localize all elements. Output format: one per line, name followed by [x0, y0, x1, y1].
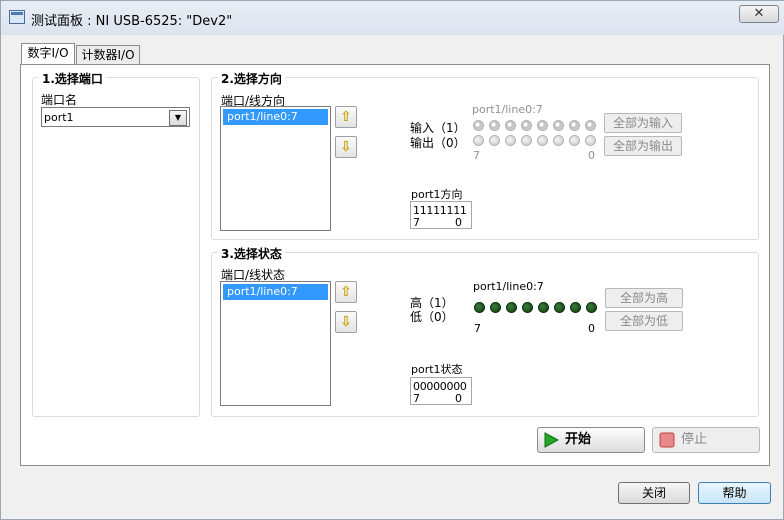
low-legend: 低（0）	[410, 310, 454, 324]
state-value-high: 7	[413, 392, 420, 405]
direction-list-item[interactable]: port1/line0:7	[223, 109, 328, 125]
state-value-label: port1状态	[411, 363, 463, 376]
stop-icon	[659, 432, 675, 448]
state-value-display: 00000000 7 0	[410, 377, 472, 405]
state-move-down-button[interactable]: ⇩	[335, 311, 357, 333]
state-value-low: 0	[455, 392, 462, 405]
direction-line-label: port1/line0:7	[472, 103, 543, 116]
port-name-label: 端口名	[41, 93, 78, 107]
state-led[interactable]	[522, 302, 533, 313]
output-legend: 输出（0）	[410, 136, 466, 150]
start-button-label: 开始	[565, 432, 592, 447]
direction-value-display: 11111111 7 0	[410, 201, 472, 229]
state-led[interactable]	[490, 302, 501, 313]
state-index-high: 7	[474, 322, 481, 335]
direction-input-led[interactable]	[585, 120, 596, 131]
state-move-up-button[interactable]: ⇧	[335, 281, 357, 303]
select-state-title: 3.选择状态	[218, 245, 285, 262]
direction-input-led[interactable]	[473, 120, 484, 131]
direction-output-led[interactable]	[569, 135, 580, 146]
direction-value-label: port1方向	[411, 188, 463, 201]
up-arrow-icon: ⇧	[340, 284, 352, 300]
port-name-select[interactable]: port1 ▼	[41, 107, 190, 127]
stop-button-label: 停止	[681, 432, 708, 447]
direction-value-low: 0	[455, 216, 462, 229]
state-line-label: port1/line0:7	[473, 280, 544, 293]
down-arrow-icon: ⇩	[340, 314, 352, 330]
direction-value-high: 7	[413, 216, 420, 229]
select-port-group	[32, 77, 200, 417]
direction-move-down-button[interactable]: ⇩	[335, 136, 357, 158]
direction-input-led[interactable]	[537, 120, 548, 131]
up-arrow-icon: ⇧	[340, 109, 352, 125]
dropdown-arrow-icon[interactable]: ▼	[169, 110, 187, 126]
direction-input-led[interactable]	[569, 120, 580, 131]
direction-output-led[interactable]	[489, 135, 500, 146]
down-arrow-icon: ⇩	[340, 139, 352, 155]
port-name-value: port1	[44, 111, 74, 124]
stop-button[interactable]: 停止	[652, 427, 760, 453]
direction-input-led[interactable]	[489, 120, 500, 131]
title-bar: 测试面板 : NI USB-6525: "Dev2" ✕	[1, 1, 784, 35]
direction-line-list[interactable]: port1/line0:7	[220, 106, 331, 231]
help-button[interactable]: 帮助	[698, 482, 771, 504]
all-input-button[interactable]: 全部为输入	[604, 113, 682, 133]
state-line-list[interactable]: port1/line0:7	[220, 281, 331, 406]
start-button[interactable]: 开始	[537, 427, 645, 453]
close-button[interactable]: 关闭	[618, 482, 690, 504]
tab-digital-io[interactable]: 数字I/O	[21, 43, 75, 65]
window-icon	[9, 10, 25, 24]
direction-output-led[interactable]	[521, 135, 532, 146]
state-led[interactable]	[474, 302, 485, 313]
close-window-button[interactable]: ✕	[739, 5, 779, 23]
state-index-low: 0	[588, 322, 595, 335]
direction-index-low: 0	[588, 149, 595, 162]
direction-output-led[interactable]	[553, 135, 564, 146]
select-direction-title: 2.选择方向	[218, 70, 285, 87]
state-led[interactable]	[570, 302, 581, 313]
direction-input-led[interactable]	[553, 120, 564, 131]
all-output-button[interactable]: 全部为输出	[604, 136, 682, 156]
state-list-item[interactable]: port1/line0:7	[223, 284, 328, 300]
dialog-window: 测试面板 : NI USB-6525: "Dev2" ✕ 数字I/O 计数器I/…	[0, 0, 784, 520]
direction-move-up-button[interactable]: ⇧	[335, 106, 357, 128]
state-led[interactable]	[586, 302, 597, 313]
direction-output-led[interactable]	[473, 135, 484, 146]
digital-io-panel: 1.选择端口 端口名 port1 ▼ 2.选择方向 端口/线方向 port1/l…	[20, 64, 770, 466]
state-led[interactable]	[554, 302, 565, 313]
direction-output-led[interactable]	[537, 135, 548, 146]
window-title: 测试面板 : NI USB-6525: "Dev2"	[31, 14, 233, 29]
direction-input-led[interactable]	[521, 120, 532, 131]
select-port-title: 1.选择端口	[39, 70, 106, 87]
direction-output-led[interactable]	[585, 135, 596, 146]
play-icon	[544, 432, 559, 448]
all-low-button[interactable]: 全部为低	[605, 311, 683, 331]
direction-index-high: 7	[473, 149, 480, 162]
direction-input-led[interactable]	[505, 120, 516, 131]
state-led[interactable]	[506, 302, 517, 313]
direction-output-led[interactable]	[505, 135, 516, 146]
state-led[interactable]	[538, 302, 549, 313]
tab-counter-io[interactable]: 计数器I/O	[76, 45, 140, 65]
all-high-button[interactable]: 全部为高	[605, 288, 683, 308]
